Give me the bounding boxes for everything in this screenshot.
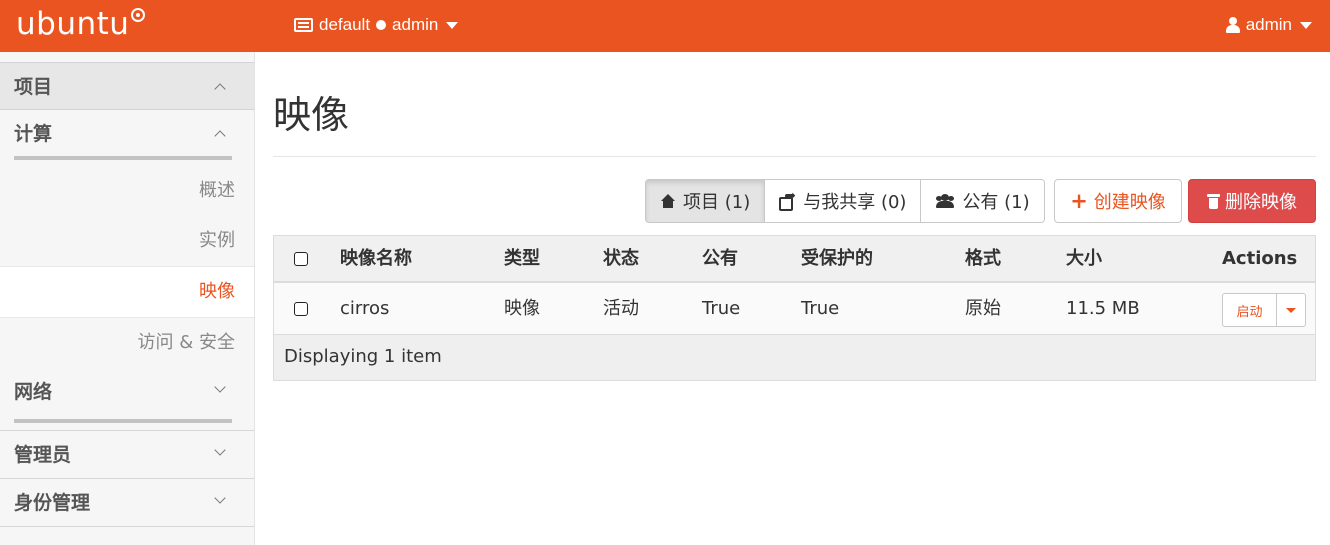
chevron-up-icon (214, 83, 226, 95)
caret-down-icon (1286, 307, 1296, 313)
sidebar-section-admin[interactable]: 管理员 (0, 431, 254, 479)
sidebar-item-label: 实例 (199, 230, 235, 251)
page-title: 映像 (273, 93, 350, 137)
project-list-icon (294, 18, 313, 32)
image-protected: True (801, 297, 840, 319)
column-header[interactable]: 受保护的 (801, 236, 873, 281)
sidebar-section-label: 网络 (14, 381, 53, 403)
column-header[interactable]: 状态 (603, 236, 639, 281)
row-select-cell (294, 283, 308, 334)
users-icon (935, 194, 955, 208)
chevron-up-icon (214, 130, 226, 142)
column-header: Actions (1222, 247, 1298, 269)
section-underline (14, 156, 232, 160)
row-actions-dropdown-toggle[interactable] (1277, 294, 1305, 326)
launch-button[interactable]: 启动 (1223, 294, 1277, 326)
column-header[interactable]: 大小 (1066, 236, 1102, 281)
image-format: 原始 (965, 297, 1001, 319)
user-menu[interactable]: admin (1225, 13, 1312, 37)
sidebar-item-access-security[interactable]: 访问 & 安全 (0, 318, 254, 368)
home-icon (660, 194, 676, 208)
column-header[interactable]: 类型 (504, 236, 540, 281)
sidebar-section-compute[interactable]: 计算 (0, 110, 254, 166)
sidebar-section-label: 管理员 (14, 444, 72, 466)
sidebar-item-label: 访问 & 安全 (137, 332, 235, 353)
brand-name: ubuntu (16, 6, 130, 42)
sidebar-section-identity[interactable]: 身份管理 (0, 479, 254, 527)
filter-shared-button[interactable]: 与我共享 (0) (765, 180, 922, 222)
divider (273, 156, 1316, 157)
table-row: cirros 映像 活动 True True 原始 11.5 MB 启动 (274, 283, 1315, 335)
sidebar-item-images[interactable]: 映像 (0, 266, 254, 318)
plus-icon: + (1070, 188, 1088, 213)
sidebar-section-network[interactable]: 网络 (0, 368, 254, 431)
item-count: Displaying 1 item (284, 346, 442, 367)
table-footer: Displaying 1 item (274, 335, 1315, 380)
image-type: 映像 (504, 297, 540, 319)
filter-project-button[interactable]: 项目 (1) (646, 180, 766, 222)
sidebar-item-label: 映像 (199, 281, 235, 302)
chevron-down-icon (214, 381, 226, 393)
create-image-label: 创建映像 (1093, 192, 1166, 213)
filter-label: 与我共享 (0) (803, 192, 907, 213)
table-header: 映像名称 类型 状态 公有 受保护的 格式 大小 Actions (274, 236, 1315, 283)
sidebar-item-label: 概述 (199, 180, 235, 201)
share-icon (779, 188, 796, 211)
delete-images-label: 删除映像 (1225, 192, 1297, 213)
sidebar-section-label: 身份管理 (14, 492, 91, 514)
sidebar: 项目 计算 概述 实例 映像 访问 & 安全 网络 管理员 身份管理 (0, 52, 255, 545)
delete-images-button[interactable]: 删除映像 (1188, 179, 1316, 223)
image-size: 11.5 MB (1066, 297, 1140, 319)
project-domain: default (319, 15, 371, 34)
caret-down-icon (446, 21, 459, 29)
project-switcher[interactable]: default admin (294, 13, 459, 37)
image-name-link[interactable]: cirros (340, 283, 389, 334)
column-header[interactable]: 格式 (965, 236, 1001, 281)
caret-down-icon (1300, 21, 1312, 29)
filter-public-button[interactable]: 公有 (1) (921, 180, 1044, 222)
image-public: True (702, 297, 741, 319)
images-table: 映像名称 类型 状态 公有 受保护的 格式 大小 Actions cirros … (273, 235, 1316, 381)
column-header[interactable]: 映像名称 (340, 236, 412, 281)
sidebar-item-instances[interactable]: 实例 (0, 216, 254, 266)
image-status: 活动 (603, 297, 639, 319)
row-checkbox[interactable] (294, 301, 308, 316)
column-header[interactable]: 公有 (702, 236, 738, 281)
filter-label: 公有 (1) (962, 192, 1030, 213)
sidebar-section-project[interactable]: 项目 (0, 62, 254, 110)
select-all-cell (294, 236, 308, 281)
create-image-button[interactable]: + 创建映像 (1054, 179, 1182, 223)
filter-label: 项目 (1) (683, 192, 751, 213)
chevron-down-icon (214, 444, 226, 456)
project-name: admin (392, 15, 439, 34)
top-navbar: ubuntu default admin admin (0, 0, 1330, 52)
trash-icon (1207, 193, 1220, 209)
row-actions-group: 启动 (1222, 293, 1306, 327)
brand-logo[interactable]: ubuntu (16, 4, 146, 44)
sidebar-section-label: 项目 (14, 76, 53, 98)
user-name: admin (1245, 15, 1292, 34)
circle-of-friends-icon (131, 8, 146, 22)
select-all-checkbox[interactable] (294, 251, 308, 266)
sidebar-item-overview[interactable]: 概述 (0, 166, 254, 216)
image-filter-group: 项目 (1) 与我共享 (0) 公有 (1) (645, 179, 1045, 223)
user-icon (1225, 17, 1240, 33)
chevron-down-icon (214, 492, 226, 504)
section-underline (14, 419, 232, 423)
sidebar-section-label: 计算 (14, 123, 53, 145)
separator-dot-icon (376, 20, 387, 30)
